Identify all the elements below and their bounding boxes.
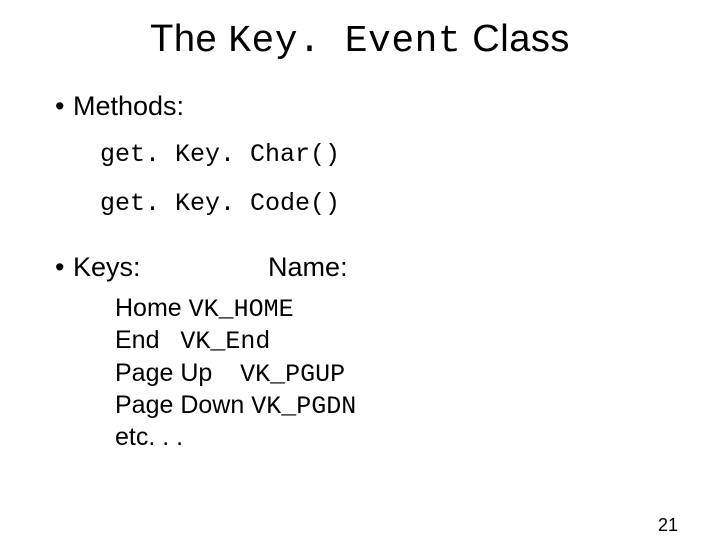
key-name: Home [115, 294, 182, 322]
key-const: VK_End [180, 327, 270, 356]
key-name: End [115, 326, 159, 354]
key-row-5: etc. . . [115, 422, 720, 453]
bullet-methods: •Methods: [55, 91, 720, 122]
key-const: VK_PGDN [251, 392, 356, 421]
title-pre: The [150, 18, 228, 60]
title-mono: Key. Event [228, 20, 461, 63]
bullet-dot-icon: • [55, 252, 73, 283]
bullet-keys: •Keys: Name: [55, 252, 720, 283]
key-row-4: Page Down VK_PGDN [115, 390, 720, 422]
methods-label: Methods: [73, 91, 184, 121]
keys-label: Keys: [73, 252, 141, 283]
page-number: 21 [658, 515, 678, 536]
key-row-3: Page Up VK_PGUP [115, 358, 720, 390]
key-name: Page Down [115, 391, 244, 419]
slide-title: The Key. Event Class [0, 18, 720, 63]
key-row-1: Home VK_HOME [115, 293, 720, 325]
name-label: Name: [268, 252, 348, 283]
key-name: etc. . . [115, 423, 183, 451]
title-post: Class [461, 18, 570, 60]
key-name: Page Up [115, 359, 212, 387]
key-const: VK_PGUP [240, 360, 345, 389]
method-2: get. Key. Code() [100, 189, 720, 218]
method-1: get. Key. Char() [100, 140, 720, 169]
key-const: VK_HOME [189, 295, 294, 324]
slide: The Key. Event Class •Methods: get. Key.… [0, 18, 720, 540]
bullet-dot-icon: • [55, 91, 73, 122]
key-row-2: End VK_End [115, 325, 720, 357]
